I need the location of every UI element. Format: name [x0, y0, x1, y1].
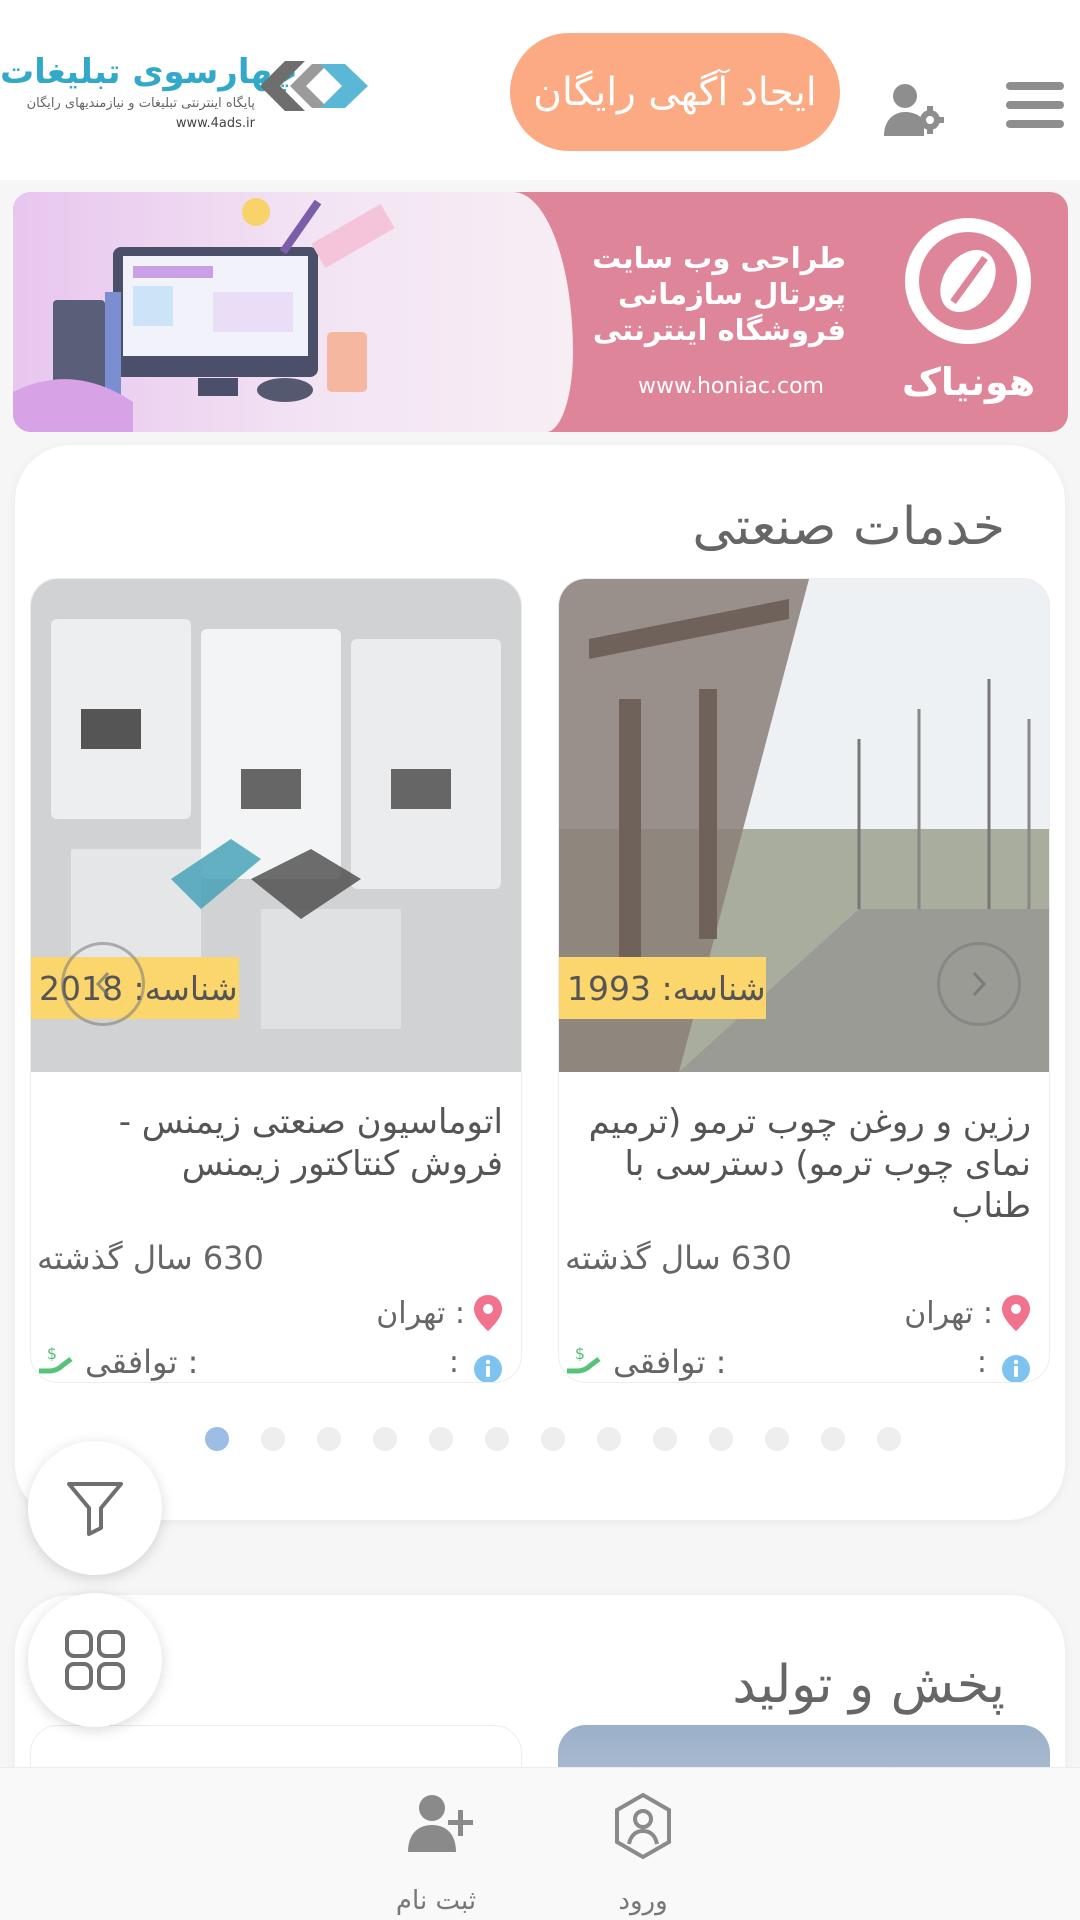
section-title: پخش و تولید	[732, 1655, 1005, 1715]
svg-text:$: $	[575, 1345, 585, 1363]
logo-url: www.4ads.ir	[175, 116, 255, 131]
add-user-icon	[408, 1795, 473, 1852]
app-header: ایجاد آگهی رایگان چهارسوی تبلیغات پایگاه…	[0, 0, 1080, 180]
login-button[interactable]: ورود	[563, 1768, 723, 1920]
categories-button[interactable]	[28, 1593, 162, 1727]
svg-text:$: $	[47, 1345, 57, 1363]
carousel-dot[interactable]	[821, 1427, 845, 1451]
listing-price: : توافقی $	[565, 1343, 726, 1381]
create-free-ad-button[interactable]: ایجاد آگهی رایگان	[510, 33, 840, 151]
listing-title[interactable]: رزین و روغن چوب ترمو (ترمیم نمای چوب ترم…	[573, 1101, 1031, 1227]
filter-button[interactable]	[28, 1441, 162, 1575]
banner-illustration	[13, 192, 573, 432]
listing-category: :	[448, 1345, 459, 1380]
listing-location: : تهران	[904, 1294, 1031, 1332]
info-icon	[1002, 1355, 1030, 1382]
carousel-dot[interactable]	[261, 1427, 285, 1451]
user-hexagon-icon	[615, 1792, 671, 1860]
listing-location: : تهران	[376, 1294, 503, 1332]
banner-text: طراحی وب سایت پورتال سازمانی فروشگاه این…	[592, 240, 846, 348]
register-button[interactable]: ثبت نام	[356, 1768, 516, 1920]
bottom-navigation: ورود ثبت نام	[0, 1767, 1080, 1920]
carousel-dot[interactable]	[429, 1427, 453, 1451]
register-label: ثبت نام	[395, 1886, 477, 1916]
listing-city: : تهران	[904, 1295, 993, 1331]
carousel-dot[interactable]	[765, 1427, 789, 1451]
price-hand-icon: $	[567, 1345, 601, 1374]
carousel-dot[interactable]	[597, 1427, 621, 1451]
location-pin-icon	[474, 1295, 502, 1331]
listing-category: :	[976, 1345, 987, 1380]
honiac-logo-icon	[905, 218, 1031, 344]
banner-line: پورتال سازمانی	[618, 277, 846, 311]
listing-card[interactable]: شناسه: 1993 رزین و روغن چوب ترمو (ترمیم …	[558, 578, 1050, 1383]
banner-url: www.honiac.com	[638, 374, 824, 399]
logo-title: چهارسوی تبلیغات	[0, 52, 298, 92]
chevron-right-icon	[972, 971, 987, 997]
carousel-dot[interactable]	[485, 1427, 509, 1451]
carousel-dot[interactable]	[373, 1427, 397, 1451]
grid-icon	[65, 1630, 125, 1690]
listing-age: 630 سال گذشته	[37, 1239, 264, 1277]
logo-subtitle: پایگاه اینترنتی تبلیغات و نیازمندیهای را…	[26, 96, 255, 111]
carousel-next-button[interactable]	[937, 942, 1021, 1026]
listing-title[interactable]: اتوماسیون صنعتی زیمنس - فروش کنتاکتور زی…	[45, 1101, 503, 1185]
listing-price: : توافقی $	[37, 1343, 198, 1381]
banner-brand: هونیاک	[902, 360, 1036, 404]
section-industrial-services: خدمات صنعتی شناسه: 1993 رزین و روغن چوب …	[15, 445, 1065, 1520]
carousel-dot[interactable]	[709, 1427, 733, 1451]
site-logo[interactable]: چهارسوی تبلیغات پایگاه اینترنتی تبلیغات …	[0, 40, 380, 140]
listing-id-badge: شناسه: 1993	[559, 957, 766, 1019]
carousel-dot[interactable]	[877, 1427, 901, 1451]
carousel-prev-button[interactable]	[61, 942, 145, 1026]
hamburger-menu-icon[interactable]	[1006, 82, 1064, 136]
listing-city: : تهران	[376, 1295, 465, 1331]
ad-banner[interactable]: طراحی وب سایت پورتال سازمانی فروشگاه این…	[13, 192, 1068, 432]
banner-line: فروشگاه اینترنتی	[592, 313, 846, 347]
listing-age: 630 سال گذشته	[565, 1239, 792, 1277]
info-icon	[474, 1355, 502, 1382]
listing-card[interactable]: شناسه: 2018 اتوماسیون صنعتی زیمنس - فروش…	[30, 578, 522, 1383]
listing-price-text: : توافقی	[613, 1343, 727, 1381]
logo-mark-icon	[260, 61, 368, 111]
carousel-dot[interactable]	[205, 1427, 229, 1451]
location-pin-icon	[1002, 1295, 1030, 1331]
section-title: خدمات صنعتی	[692, 497, 1005, 557]
user-settings-icon[interactable]	[882, 82, 948, 138]
login-label: ورود	[618, 1886, 668, 1916]
filter-icon	[67, 1482, 123, 1536]
carousel-pagination	[205, 1427, 901, 1451]
price-hand-icon: $	[39, 1345, 73, 1374]
carousel-dot[interactable]	[317, 1427, 341, 1451]
listing-price-text: : توافقی	[85, 1343, 199, 1381]
banner-line: طراحی وب سایت	[592, 241, 846, 275]
chevron-left-icon	[95, 971, 110, 997]
carousel-dot[interactable]	[541, 1427, 565, 1451]
carousel-dot[interactable]	[653, 1427, 677, 1451]
